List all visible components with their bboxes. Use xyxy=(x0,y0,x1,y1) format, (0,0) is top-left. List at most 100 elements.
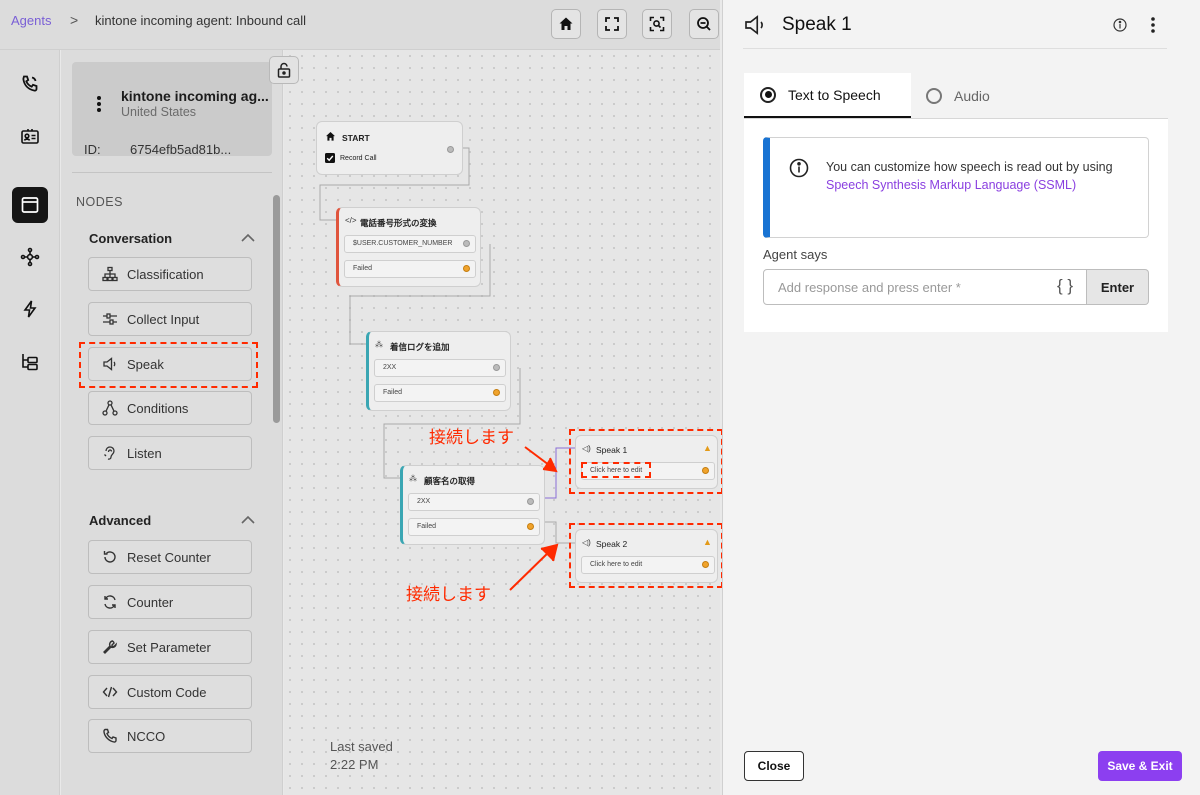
collect-input-icon xyxy=(103,313,117,325)
node-set-parameter[interactable]: Set Parameter xyxy=(88,630,252,664)
output-port[interactable] xyxy=(463,265,470,272)
fullscreen-button[interactable] xyxy=(597,9,627,39)
checkbox-checked-icon[interactable] xyxy=(325,153,335,163)
node-panel-scrollbar[interactable] xyxy=(273,195,280,423)
ssml-link[interactable]: Speech Synthesis Markup Language (SSML) xyxy=(826,178,1076,192)
flow-node-title: START xyxy=(342,133,370,143)
ssml-info-box: You can customize how speech is read out… xyxy=(763,137,1149,238)
row-label: 2XX xyxy=(383,364,397,371)
agent-says-label: Agent says xyxy=(763,247,828,262)
flow-node-row[interactable]: Failed xyxy=(344,260,476,278)
breadcrumb-agents-link[interactable]: Agents xyxy=(11,13,51,28)
top-bar: Agents > kintone incoming agent: Inbound… xyxy=(0,0,720,50)
node-label: Custom Code xyxy=(127,684,207,700)
id-card-icon xyxy=(21,129,39,144)
tab-text-to-speech[interactable]: Text to Speech xyxy=(744,73,911,118)
advanced-section-title[interactable]: Advanced xyxy=(89,513,151,528)
window-icon xyxy=(21,197,39,213)
agent-name: kintone incoming ag... xyxy=(121,88,269,104)
agent-card: kintone incoming ag... United States ID:… xyxy=(72,62,272,157)
agent-country: United States xyxy=(121,105,197,119)
phone-call-icon xyxy=(22,75,38,92)
nodes-title: NODES xyxy=(76,195,123,209)
nodes-network-icon xyxy=(20,247,40,267)
node-collect-input[interactable]: Collect Input xyxy=(88,302,252,336)
save-exit-button[interactable]: Save & Exit xyxy=(1098,751,1182,781)
reset-icon xyxy=(103,551,116,563)
output-port[interactable] xyxy=(493,389,500,396)
rail-integrations[interactable] xyxy=(12,239,48,275)
info-message: You can customize how speech is read out… xyxy=(826,160,1113,174)
last-saved-label: Last saved xyxy=(330,739,393,754)
code-icon xyxy=(102,686,118,698)
node-conditions[interactable]: Conditions xyxy=(88,391,252,425)
node-reset-counter[interactable]: Reset Counter xyxy=(88,540,252,574)
listen-icon xyxy=(104,446,115,460)
variable-braces-icon[interactable]: { } xyxy=(1057,276,1073,296)
speak-settings-panel: Speak 1 Text to Speech Audio You can cus… xyxy=(722,0,1200,795)
home-button[interactable] xyxy=(551,9,581,39)
divider xyxy=(72,172,272,173)
phone-icon xyxy=(103,728,117,743)
row-label: Failed xyxy=(417,523,437,530)
flow-node-row[interactable]: Failed xyxy=(408,518,540,536)
panel-title: Speak 1 xyxy=(782,14,852,35)
row-label: Failed xyxy=(353,265,373,272)
node-listen[interactable]: Listen xyxy=(88,436,252,470)
speaker-icon xyxy=(745,15,763,35)
annotation-connect-2: 接続します xyxy=(406,585,491,604)
tab-label: Text to Speech xyxy=(788,86,881,103)
more-vertical-icon[interactable] xyxy=(1150,16,1156,34)
home-icon xyxy=(326,132,335,141)
radio-selected-icon xyxy=(760,86,776,103)
output-port[interactable] xyxy=(463,240,470,247)
output-port[interactable] xyxy=(493,364,500,371)
node-label: Listen xyxy=(127,445,162,461)
rail-flow-builder[interactable] xyxy=(12,187,48,223)
breadcrumb-current: kintone incoming agent: Inbound call xyxy=(95,13,307,28)
flow-node-start[interactable]: START Record Call xyxy=(316,121,463,175)
record-call-label: Record Call xyxy=(340,155,377,162)
hierarchy-icon xyxy=(22,354,38,371)
flow-node-convert-number[interactable]: </> 電話番号形式の変換 $USER.CUSTOMER_NUMBER Fail… xyxy=(336,207,481,287)
zoom-out-button[interactable] xyxy=(689,9,719,39)
more-vertical-icon[interactable] xyxy=(96,95,102,113)
chevron-up-icon[interactable] xyxy=(241,515,255,525)
flow-node-get-customer[interactable]: ⁂ 顧客名の取得 2XX Failed xyxy=(400,465,545,545)
tab-audio[interactable]: Audio xyxy=(926,73,990,118)
output-port[interactable] xyxy=(527,498,534,505)
node-ncco[interactable]: NCCO xyxy=(88,719,252,753)
row-label: 2XX xyxy=(417,498,431,505)
chevron-up-icon[interactable] xyxy=(241,233,255,243)
flow-node-row[interactable]: 2XX xyxy=(408,493,540,511)
home-icon xyxy=(559,17,573,30)
node-counter[interactable]: Counter xyxy=(88,585,252,619)
output-port[interactable] xyxy=(447,146,454,153)
enter-button[interactable]: Enter xyxy=(1087,269,1149,305)
flow-node-row[interactable]: $USER.CUSTOMER_NUMBER xyxy=(344,235,476,253)
info-icon[interactable] xyxy=(1113,18,1127,32)
conditions-icon: ⁂ xyxy=(409,474,417,483)
response-input[interactable] xyxy=(763,269,1087,305)
speak-type-tabs: Text to Speech Audio xyxy=(744,73,1168,119)
flow-node-row[interactable]: 2XX xyxy=(374,359,506,377)
output-port[interactable] xyxy=(527,523,534,530)
rail-calls[interactable] xyxy=(12,66,48,102)
zoom-fit-button[interactable] xyxy=(642,9,672,39)
rail-events[interactable] xyxy=(12,291,48,327)
fullscreen-icon xyxy=(605,17,619,31)
row-label: $USER.CUSTOMER_NUMBER xyxy=(353,240,453,247)
rail-contacts[interactable] xyxy=(12,119,48,155)
rail-structure[interactable] xyxy=(12,343,48,379)
code-icon: </> xyxy=(345,216,357,225)
flow-node-add-log[interactable]: ⁂ 着信ログを追加 2XX Failed xyxy=(366,331,511,411)
node-classification[interactable]: Classification xyxy=(88,257,252,291)
agent-id-value: 6754efb5ad81b... xyxy=(130,142,232,157)
close-button[interactable]: Close xyxy=(744,751,804,781)
node-custom-code[interactable]: Custom Code xyxy=(88,675,252,709)
node-panel: kintone incoming ag... United States ID:… xyxy=(61,50,283,795)
lock-button[interactable] xyxy=(269,56,299,84)
info-icon xyxy=(789,158,809,178)
conversation-section-title[interactable]: Conversation xyxy=(89,231,172,246)
flow-node-row[interactable]: Failed xyxy=(374,384,506,402)
